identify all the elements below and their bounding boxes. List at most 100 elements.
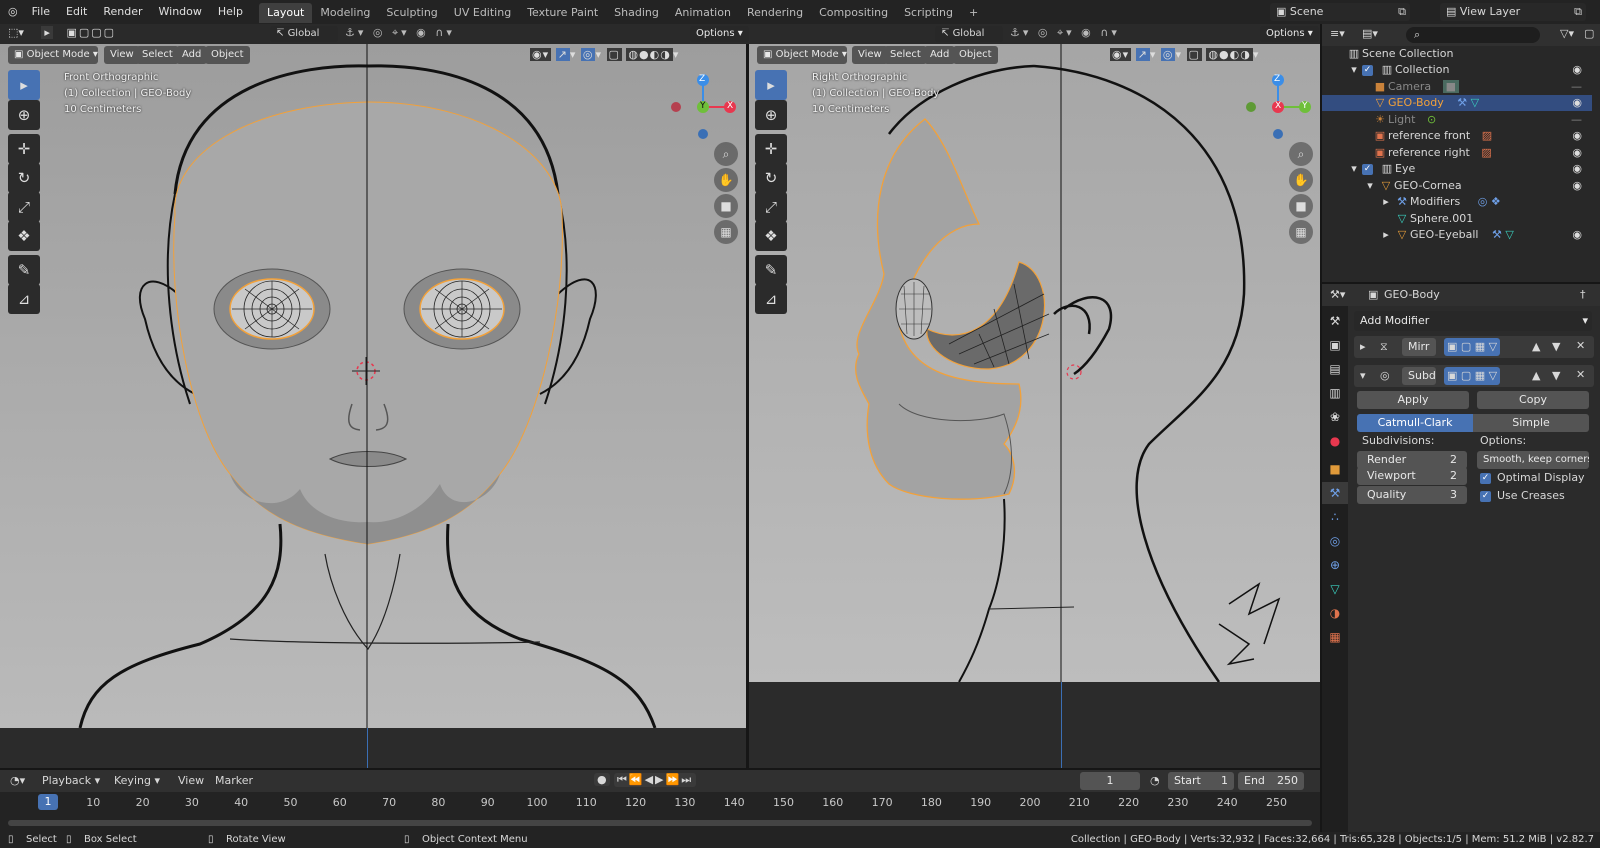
select-box-tool[interactable]: ▸ (8, 70, 40, 100)
outliner-item-camera[interactable]: ■ Camera ■ — (1322, 79, 1592, 95)
render-tab-icon[interactable]: ▣ (1322, 334, 1348, 356)
scale-tool[interactable]: ⤢ (755, 192, 787, 222)
outliner-item-eye-collection[interactable]: ▾ ✓ ▥ Eye ◉ (1322, 161, 1592, 177)
remove-modifier-icon[interactable]: ✕ (1576, 339, 1585, 352)
move-tool[interactable]: ✛ (755, 134, 787, 164)
texture-tab-icon[interactable]: ▦ (1322, 626, 1348, 648)
pan-hand-icon-left[interactable]: ✋ (714, 168, 738, 192)
add-workspace-button[interactable]: + (961, 3, 986, 23)
zoom-icon-right[interactable]: ⌕ (1289, 142, 1313, 166)
shading-modes-icon[interactable]: ◍●◐◑ (626, 48, 673, 61)
overlay-toggle-icon[interactable]: ◎ (1160, 48, 1176, 61)
ortho-grid-icon-left[interactable]: ▦ (714, 220, 738, 244)
options-button-right[interactable]: Options ▾ (1260, 26, 1319, 42)
pan-hand-icon-right[interactable]: ✋ (1289, 168, 1313, 192)
checkbox-icon[interactable]: ✓ (1362, 64, 1373, 76)
shading-modes-icon[interactable]: ◍●◐◑ (1206, 48, 1253, 61)
object-mode-dropdown-left[interactable]: ▣ Object Mode ▾ (8, 46, 98, 64)
overlay-toggle-icon[interactable]: ◎ (580, 48, 596, 61)
viewport-front[interactable] (0, 44, 746, 728)
menu-render[interactable]: Render (95, 0, 150, 24)
filter-icon[interactable]: ▽▾ (1560, 27, 1574, 40)
material-tab-icon[interactable]: ◑ (1322, 602, 1348, 624)
new-collection-icon[interactable]: ▢ (1584, 27, 1594, 40)
gizmo-toggle-icon[interactable]: ↗ (555, 48, 570, 61)
tab-animation[interactable]: Animation (667, 3, 739, 23)
outliner-item-sphere[interactable]: ▽ Sphere.001 (1322, 211, 1592, 227)
xray-icon[interactable]: ▢ (1186, 48, 1202, 61)
expand-arrow-icon[interactable]: ▸ (1378, 194, 1394, 210)
mesh-data-icon[interactable]: ▽ (1505, 228, 1513, 241)
eye-icon[interactable]: ◉ (1572, 95, 1582, 111)
timeline-editor-icon[interactable]: ◔▾ (10, 774, 25, 787)
modifier-mirror-row[interactable]: ▸ ⧖ Mirr ▣ ▢ ▦ ▽ ▲ ▼ ✕ (1354, 336, 1594, 358)
outliner-item-reference-right[interactable]: ▣ reference right ▨ ◉ (1322, 145, 1592, 161)
outliner-item-reference-front[interactable]: ▣ reference front ▨ ◉ (1322, 128, 1592, 144)
modifier-toggle-icons[interactable]: ▣ ▢ ▦ ▽ (1444, 367, 1501, 385)
navigation-gizmo-right[interactable]: Z Y X (1245, 72, 1311, 142)
camera-icon-right[interactable]: ■ (1289, 194, 1313, 218)
visibility-icon[interactable]: ◉▾ (1110, 48, 1132, 61)
eye-icon[interactable]: ◉ (1572, 128, 1582, 144)
marker-menu[interactable]: Marker (215, 774, 253, 787)
outliner-item-scene-collection[interactable]: ▥ Scene Collection (1322, 46, 1592, 62)
outliner-item-collection[interactable]: ▾ ✓ ▥ Collection ◉ (1322, 62, 1592, 78)
tab-modeling[interactable]: Modeling (312, 3, 378, 23)
zoom-icon-left[interactable]: ⌕ (714, 142, 738, 166)
data-tab-icon[interactable]: ▽ (1322, 578, 1348, 600)
blender-logo-icon[interactable]: ◎ (0, 0, 24, 24)
start-frame-field[interactable]: Start 1 (1168, 772, 1234, 790)
eye-hidden-icon[interactable]: — (1571, 79, 1582, 95)
modifier-toggle-icons[interactable]: ▣ ▢ ▦ ▽ (1444, 338, 1501, 356)
expand-arrow-icon[interactable]: ▸ (1360, 340, 1366, 353)
pin-icon[interactable]: † (1580, 288, 1586, 301)
eye-icon[interactable]: ◉ (1572, 227, 1582, 243)
constraints-tab-icon[interactable]: ⊕ (1322, 554, 1348, 576)
tab-shading[interactable]: Shading (606, 3, 667, 23)
expand-arrow-icon[interactable]: ▾ (1360, 369, 1366, 382)
select-tool-icon[interactable]: ▸ (41, 26, 53, 39)
annotate-tool[interactable]: ✎ (8, 255, 40, 285)
current-frame-field[interactable]: 1 (1080, 772, 1140, 790)
outliner-item-geo-cornea[interactable]: ▾ ▽ GEO-Cornea ◉ (1322, 178, 1592, 194)
menu-add-right[interactable]: Add (924, 46, 956, 64)
eye-icon[interactable]: ◉ (1572, 161, 1582, 177)
menu-object-left[interactable]: Object (205, 46, 250, 64)
playback-menu[interactable]: Playback ▾ (42, 774, 100, 787)
camera-icon-left[interactable]: ■ (714, 194, 738, 218)
rotate-tool[interactable]: ↻ (8, 163, 40, 193)
copy-button[interactable]: Copy (1477, 391, 1589, 409)
viewport-right[interactable] (749, 44, 1320, 682)
remove-modifier-icon[interactable]: ✕ (1576, 368, 1585, 381)
checkbox-icon[interactable]: ✓ (1362, 163, 1373, 175)
menu-file[interactable]: File (24, 0, 58, 24)
gizmo-toggle-icon[interactable]: ↗ (1135, 48, 1150, 61)
move-down-icon[interactable]: ▼ (1552, 340, 1560, 353)
select-mode-icons[interactable]: ▣▢▢▢ (66, 26, 116, 39)
scene-copy-icon[interactable]: ⧉ (1398, 3, 1406, 21)
menu-window[interactable]: Window (151, 0, 210, 24)
move-up-icon[interactable]: ▲ (1532, 340, 1540, 353)
object-mode-dropdown-right[interactable]: ▣ Object Mode ▾ (757, 46, 847, 64)
eye-icon[interactable]: ◉ (1572, 145, 1582, 161)
menu-view-right[interactable]: View (852, 46, 888, 64)
editor-type-icon[interactable]: ⬚▾ (8, 26, 24, 39)
eye-icon[interactable]: ◉ (1572, 178, 1582, 194)
tab-compositing[interactable]: Compositing (811, 3, 896, 23)
xray-icon[interactable]: ▢ (606, 48, 622, 61)
annotate-tool[interactable]: ✎ (755, 255, 787, 285)
playhead-marker[interactable]: 1 (38, 794, 58, 810)
uv-smooth-dropdown[interactable]: Smooth, keep corners ▾ (1477, 451, 1589, 469)
cursor-tool[interactable]: ⊕ (8, 100, 40, 130)
expand-arrow-icon[interactable]: ▸ (1378, 227, 1394, 243)
outliner-search-input[interactable]: ⌕ (1406, 27, 1540, 43)
shading-controls-right[interactable]: ◉▾ ↗ ▾ ◎ ▾ ▢ ◍●◐◑ ▾ (1110, 46, 1259, 64)
tab-rendering[interactable]: Rendering (739, 3, 811, 23)
view-layer-copy-icon[interactable]: ⧉ (1574, 3, 1582, 21)
tool-tab-icon[interactable]: ⚒ (1322, 310, 1348, 332)
object-tab-icon[interactable]: ■ (1322, 458, 1348, 480)
modifier-name-field[interactable]: Subd (1402, 367, 1436, 385)
keying-menu[interactable]: Keying ▾ (114, 774, 160, 787)
quality-field[interactable]: Quality 3 (1357, 486, 1467, 504)
menu-view-left[interactable]: View (104, 46, 140, 64)
